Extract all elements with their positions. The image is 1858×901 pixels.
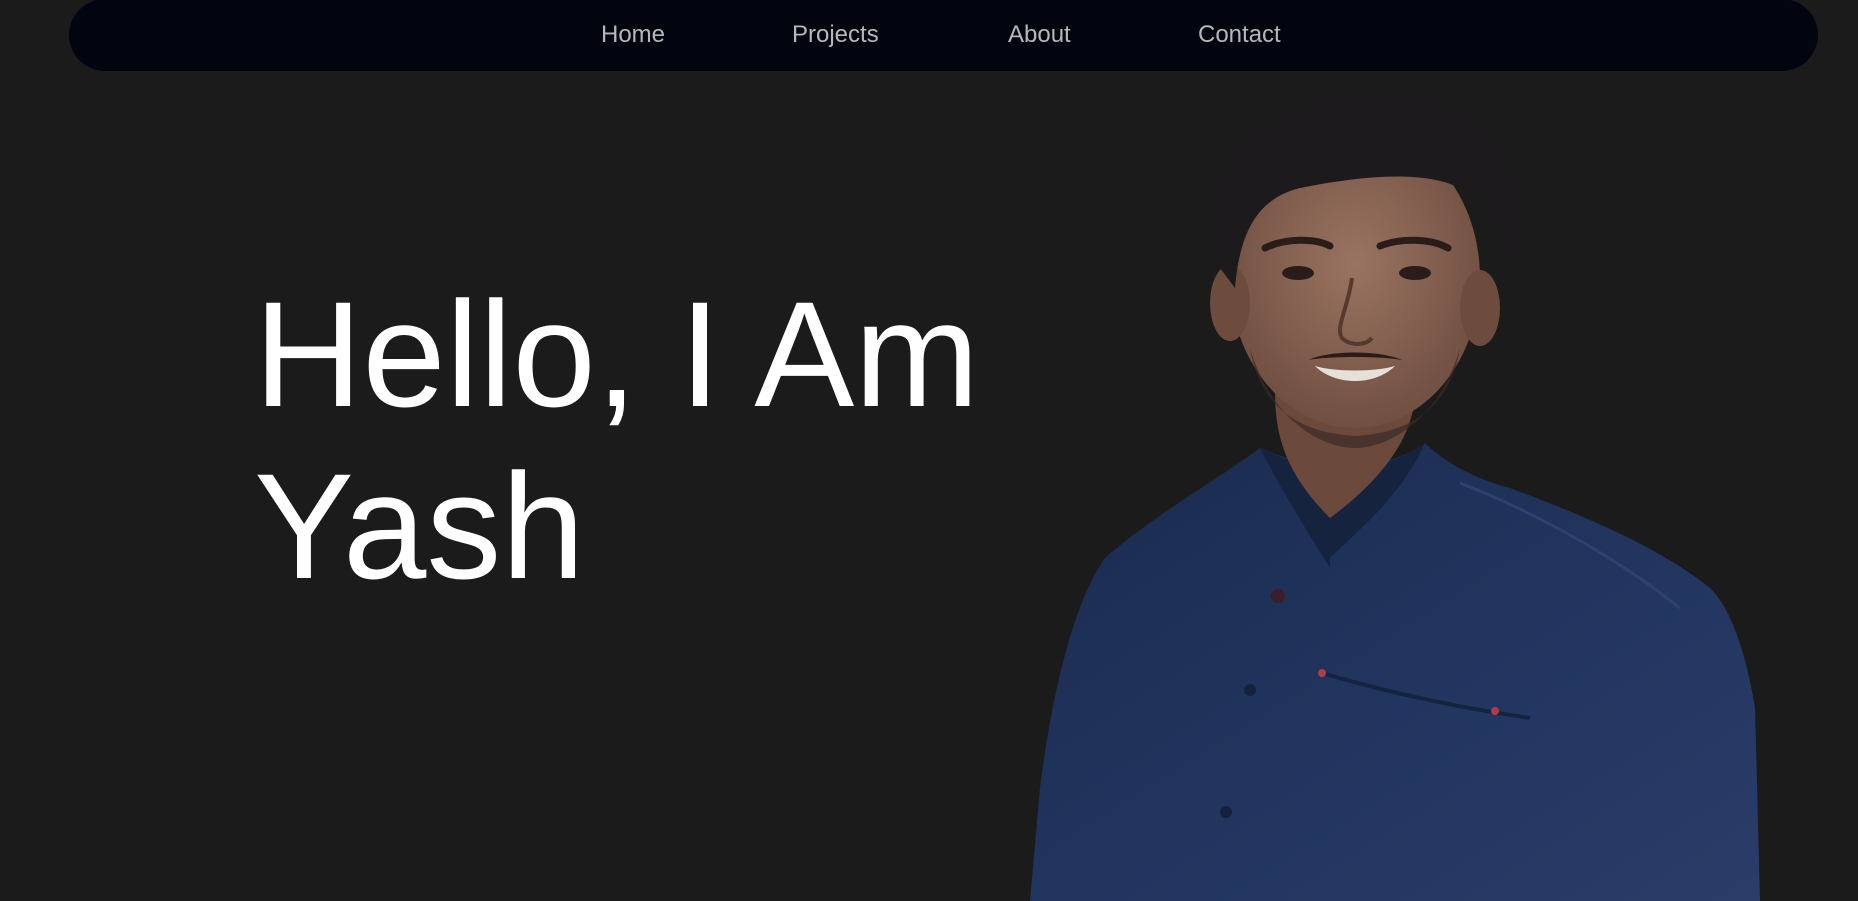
nav-link-about[interactable]: About [1008, 21, 1071, 49]
shirt-button-2 [1244, 684, 1256, 696]
nav-link-home[interactable]: Home [601, 21, 665, 49]
page: Home Projects About Contact Hello, I Am … [0, 0, 1858, 901]
right-ear-shape [1460, 270, 1500, 346]
hero-heading-line1: Hello, I Am [254, 270, 980, 438]
navbar: Home Projects About Contact [69, 0, 1818, 71]
hero-heading: Hello, I Am Yash [254, 268, 1054, 612]
pocket-mark-right [1491, 707, 1499, 715]
nav-links: Home Projects About Contact [69, 0, 1818, 71]
shirt-button-3 [1220, 806, 1232, 818]
left-eye [1282, 266, 1314, 280]
shirt-shape [1030, 443, 1760, 901]
nav-link-contact[interactable]: Contact [1198, 21, 1281, 49]
shirt-button-1 [1271, 589, 1285, 603]
right-eye [1399, 266, 1431, 280]
hero-heading-line2: Yash [254, 442, 585, 610]
profile-photo [1030, 91, 1760, 901]
pocket-mark-left [1318, 669, 1326, 677]
nav-link-projects[interactable]: Projects [792, 21, 879, 49]
